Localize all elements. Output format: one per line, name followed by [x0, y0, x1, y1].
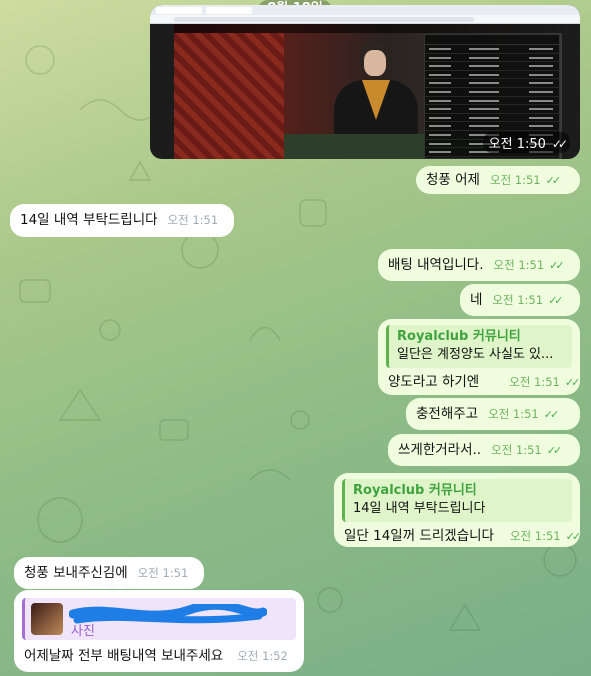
message-text: 배팅 내역입니다. [388, 257, 484, 273]
reply-text: 일단은 계정양도 사실도 있... [397, 347, 554, 362]
photo-time-text: 오전 1:50 [488, 137, 546, 152]
message-bubble-out[interactable]: 네 오전 1:51 ✓✓ [460, 284, 580, 316]
message-bubble-out[interactable]: 충전해주고 오전 1:51 ✓✓ [406, 398, 580, 430]
reply-quote-photo[interactable]: 사진 [22, 598, 296, 640]
message-bubble-out[interactable]: 청풍 어제 오전 1:51 ✓✓ [416, 166, 580, 194]
read-checks-icon: ✓✓ [549, 259, 565, 272]
message-text: 14일 내역 부탁드립니다 [20, 212, 158, 228]
message-time: 오전 1:51 [509, 375, 560, 389]
screenshot-browser-tabs [150, 5, 580, 15]
message-bubble-out-reply[interactable]: Royalclub 커뮤니티 일단은 계정양도 사실도 있... 양도라고 하기… [378, 319, 580, 395]
message-text: 청풍 어제 [426, 172, 480, 188]
message-bubble-in[interactable]: 청풍 보내주신김에 오전 1:51 [14, 557, 204, 589]
message-text: 양도라고 하기엔 [388, 374, 480, 390]
photo-message[interactable]: 오전 1:50 ✓✓ [150, 5, 580, 159]
reply-quote[interactable]: Royalclub 커뮤니티 14일 내역 부탁드립니다 [342, 479, 572, 522]
message-time: 오전 1:51 [489, 173, 541, 187]
screenshot-address-bar [150, 15, 580, 24]
message-time: 오전 1:51 [167, 213, 219, 227]
read-checks-icon: ✓✓ [546, 444, 563, 457]
message-text: 일단 14일꺼 드리겠습니다 [344, 528, 494, 544]
redaction-scribble [69, 604, 267, 624]
reply-text: 14일 내역 부탁드립니다 [353, 501, 486, 516]
message-text: 어제날짜 전부 배팅내역 보내주세요 [24, 648, 224, 664]
message-bubble-in[interactable]: 14일 내역 부탁드립니다 오전 1:51 [10, 204, 234, 237]
read-checks-icon: ✓✓ [565, 530, 582, 543]
message-bubble-out[interactable]: 배팅 내역입니다. 오전 1:51 ✓✓ [378, 249, 580, 281]
message-time: 오전 1:51 [492, 293, 544, 307]
message-text: 쓰게한거라서.. [398, 442, 482, 458]
read-checks-icon: ✓✓ [548, 294, 564, 307]
read-checks-icon: ✓✓ [551, 137, 568, 151]
message-text: 충전해주고 [416, 406, 479, 422]
message-bubble-out-reply[interactable]: Royalclub 커뮤니티 14일 내역 부탁드립니다 일단 14일꺼 드리겠… [334, 473, 582, 547]
message-time: 오전 1:51 [493, 258, 545, 272]
message-text: 청풍 보내주신김에 [24, 565, 128, 581]
read-checks-icon: ✓✓ [564, 376, 581, 389]
reply-photo-thumbnail [31, 603, 63, 635]
message-time: 오전 1:51 [488, 407, 539, 421]
read-checks-icon: ✓✓ [543, 408, 560, 421]
read-checks-icon: ✓✓ [545, 174, 562, 187]
message-bubble-out[interactable]: 쓰게한거라서.. 오전 1:51 ✓✓ [388, 434, 580, 466]
message-time: 오전 1:51 [509, 529, 561, 543]
reply-author: Royalclub 커뮤니티 [397, 329, 521, 344]
reply-author: Royalclub 커뮤니티 [353, 483, 477, 498]
message-time: 오전 1:52 [237, 649, 288, 663]
message-time: 오전 1:51 [491, 443, 542, 457]
reply-quote[interactable]: Royalclub 커뮤니티 일단은 계정양도 사실도 있... [386, 325, 572, 368]
photo-timestamp: 오전 1:50 ✓✓ [482, 132, 570, 153]
message-text: 네 [470, 292, 483, 308]
message-time: 오전 1:51 [137, 566, 189, 580]
message-bubble-in-reply[interactable]: 사진 어제날짜 전부 배팅내역 보내주세요 오전 1:52 [14, 590, 304, 672]
reply-text: 사진 [71, 624, 95, 639]
